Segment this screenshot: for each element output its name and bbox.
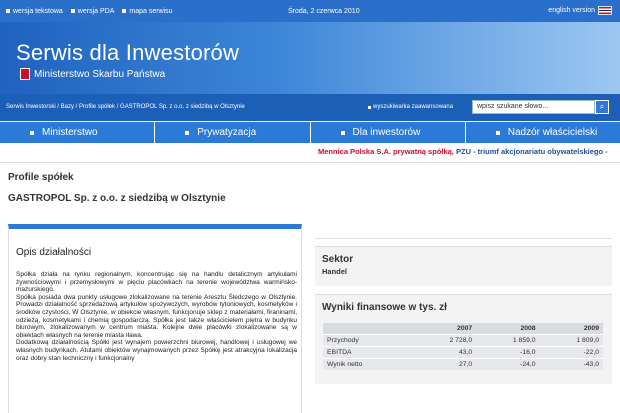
table-cell: 27,0 (412, 358, 477, 370)
company-name: GASTROPOL Sp. z o.o. z siedzibą w Olszty… (8, 193, 226, 204)
bullet-icon (70, 9, 75, 14)
company-info-panel: Sektor Handel Wyniki finansowe w tys. zł… (315, 224, 612, 413)
site-title[interactable]: Serwis dla Inwestorów (16, 40, 239, 66)
search-input[interactable]: wpisz szukane słowo... (472, 100, 595, 114)
description-paragraph: Dodatkową działalnością Spółki jest wyna… (16, 339, 297, 362)
current-date: Środa, 2 czerwca 2010 (288, 8, 360, 15)
bullet-icon (185, 130, 190, 135)
table-header-year: 2009 (539, 323, 603, 335)
nav-item-ministerstwo[interactable]: Ministerstwo (0, 122, 156, 143)
nav-item-nadzor[interactable]: Nadzór właścicielski (466, 122, 620, 143)
bullet-icon (368, 105, 371, 109)
ticker-item-pzu[interactable]: PZU - triumf akcjonariatu obywatelskiego… (456, 147, 608, 156)
nav-label: Prywatyzacja (197, 127, 257, 138)
ministry-name: Ministerstwo Skarbu Państwa (34, 68, 166, 80)
table-cell: -22,0 (539, 346, 603, 359)
table-header-empty (323, 323, 413, 335)
search-button[interactable]: ⌕ (595, 100, 609, 114)
sector-box: Sektor Handel (315, 246, 612, 286)
financials-box: Wyniki finansowe w tys. zł 2007 2008 200… (315, 294, 612, 384)
nav-label: Nadzór właścicielski (507, 127, 598, 138)
sitemap-label: mapa serwisu (129, 8, 173, 15)
english-version-link[interactable]: english version (548, 6, 612, 15)
eagle-icon (20, 68, 30, 80)
pda-version-link[interactable]: wersja PDA (70, 8, 115, 15)
table-cell: -16,0 (476, 346, 540, 359)
breadcrumb[interactable]: Serwis Inwestorski / Bazy / Profile spół… (6, 104, 245, 110)
text-version-link[interactable]: wersja tekstowa (6, 8, 63, 15)
uk-flag-icon (598, 6, 612, 15)
table-row: EBITDA 43,0 -16,0 -22,0 (323, 346, 603, 359)
table-cell: 1 859,0 (476, 334, 540, 347)
bullet-icon (6, 9, 10, 14)
table-cell: -24,0 (476, 358, 540, 370)
nav-item-dla-inwestorow[interactable]: Dla inwestorów (311, 122, 466, 143)
ministry-logo[interactable]: Ministerstwo Skarbu Państwa (20, 68, 165, 80)
bullet-icon (340, 130, 345, 135)
table-cell: 43,0 (412, 346, 477, 359)
sector-value: Handel (322, 267, 348, 276)
row-label: EBITDA (323, 346, 413, 359)
nav-item-prywatyzacja[interactable]: Prywatyzacja (155, 122, 311, 143)
table-header-year: 2008 (476, 323, 540, 335)
description-panel: Opis działalności Spółka działa na rynku… (8, 224, 302, 413)
table-cell: 2 728,0 (412, 334, 477, 347)
table-header-year: 2007 (412, 323, 477, 335)
financials-title: Wyniki finansowe w tys. zł (322, 302, 447, 313)
english-version-label: english version (548, 7, 595, 14)
advanced-search-link[interactable]: wyszukiwarka zaawansowana (368, 104, 453, 110)
ticker-item-mennica[interactable]: Mennica Polska S.A. prywatną spółką, (318, 147, 454, 156)
pda-version-label: wersja PDA (77, 8, 115, 15)
divider (0, 162, 620, 163)
financials-table: 2007 2008 2009 Przychody 2 728,0 1 859,0… (323, 323, 603, 370)
nav-label: Dla inwestorów (352, 127, 421, 138)
table-cell: -43,0 (539, 358, 603, 370)
search-icon: ⌕ (599, 102, 605, 111)
description-title: Opis działalności (16, 247, 92, 258)
row-label: Wynik netto (323, 358, 413, 370)
table-row: Wynik netto 27,0 -24,0 -43,0 (323, 358, 603, 370)
bullet-icon (30, 130, 34, 135)
section-title: Profile spółek (8, 172, 74, 183)
bullet-icon (495, 130, 500, 135)
description-paragraph: Spółka działa na rynku regionalnym, konc… (16, 271, 297, 294)
top-links: wersja tekstowa wersja PDA mapa serwisu (6, 8, 173, 15)
text-version-label: wersja tekstowa (13, 8, 63, 15)
news-ticker: Mennica Polska S.A. prywatną spółką, PZU… (318, 147, 608, 156)
table-header-row: 2007 2008 2009 (323, 323, 603, 335)
divider (315, 224, 612, 239)
description-text: Spółka działa na rynku regionalnym, konc… (16, 271, 297, 362)
sitemap-link[interactable]: mapa serwisu (122, 8, 173, 15)
nav-label: Ministerstwo (42, 127, 98, 138)
bullet-icon (122, 9, 127, 14)
top-bar: wersja tekstowa wersja PDA mapa serwisu … (0, 0, 620, 22)
description-paragraph: Spółka posiada dwa punkty usługowe zloka… (16, 293, 297, 339)
row-label: Przychody (323, 334, 413, 347)
sector-title: Sektor (322, 254, 354, 265)
advanced-search-label: wyszukiwarka zaawansowana (373, 104, 454, 110)
table-row: Przychody 2 728,0 1 859,0 1 809,0 (323, 334, 603, 347)
table-cell: 1 809,0 (539, 334, 603, 347)
main-nav: Ministerstwo Prywatyzacja Dla inwestorów… (0, 121, 620, 143)
